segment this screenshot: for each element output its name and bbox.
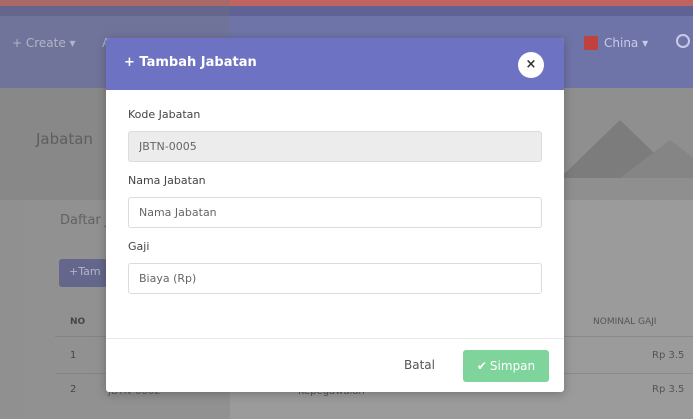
gaji-label: Gaji <box>128 240 150 253</box>
cancel-button[interactable]: Batal <box>404 358 435 372</box>
add-jabatan-modal: + Tambah Jabatan × Kode Jabatan Nama Jab… <box>106 38 564 392</box>
column-header-no: NO <box>70 317 86 327</box>
language-label: China ▾ <box>604 36 649 50</box>
gaji-field[interactable] <box>128 263 542 294</box>
page-title: Jabatan <box>36 130 93 148</box>
table-cell-no: 1 <box>70 350 77 361</box>
nama-jabatan-label: Nama Jabatan <box>128 174 206 187</box>
top-dark-band <box>0 6 693 16</box>
table-cell-no: 2 <box>70 384 77 395</box>
add-jabatan-button[interactable]: +Tam <box>59 259 107 287</box>
check-icon: ✔ <box>476 359 487 373</box>
nav-create-menu[interactable]: + Create ▾ <box>12 36 76 50</box>
user-circle-icon[interactable] <box>676 34 690 48</box>
china-flag-icon <box>584 36 598 50</box>
panel-title: Daftar J <box>60 213 109 228</box>
modal-body: Kode Jabatan Nama Jabatan Gaji <box>106 90 564 306</box>
mountain-decoration <box>620 140 693 178</box>
close-button[interactable]: × <box>518 52 544 78</box>
modal-title: + Tambah Jabatan <box>124 55 257 70</box>
save-button[interactable]: ✔ Simpan <box>463 350 549 382</box>
modal-header: + Tambah Jabatan × <box>106 38 564 90</box>
kode-jabatan-label: Kode Jabatan <box>128 108 201 121</box>
column-header-nominal-gaji: NOMINAL GAJI <box>593 317 657 327</box>
modal-footer: Batal ✔ Simpan <box>106 338 564 392</box>
nama-jabatan-field[interactable] <box>128 197 542 228</box>
save-button-label: Simpan <box>489 359 536 373</box>
table-cell-gaji: Rp 3.5 <box>652 384 685 395</box>
kode-jabatan-field[interactable] <box>128 131 542 162</box>
table-cell-gaji: Rp 3.5 <box>652 350 685 361</box>
language-selector[interactable]: China ▾ <box>584 36 648 50</box>
